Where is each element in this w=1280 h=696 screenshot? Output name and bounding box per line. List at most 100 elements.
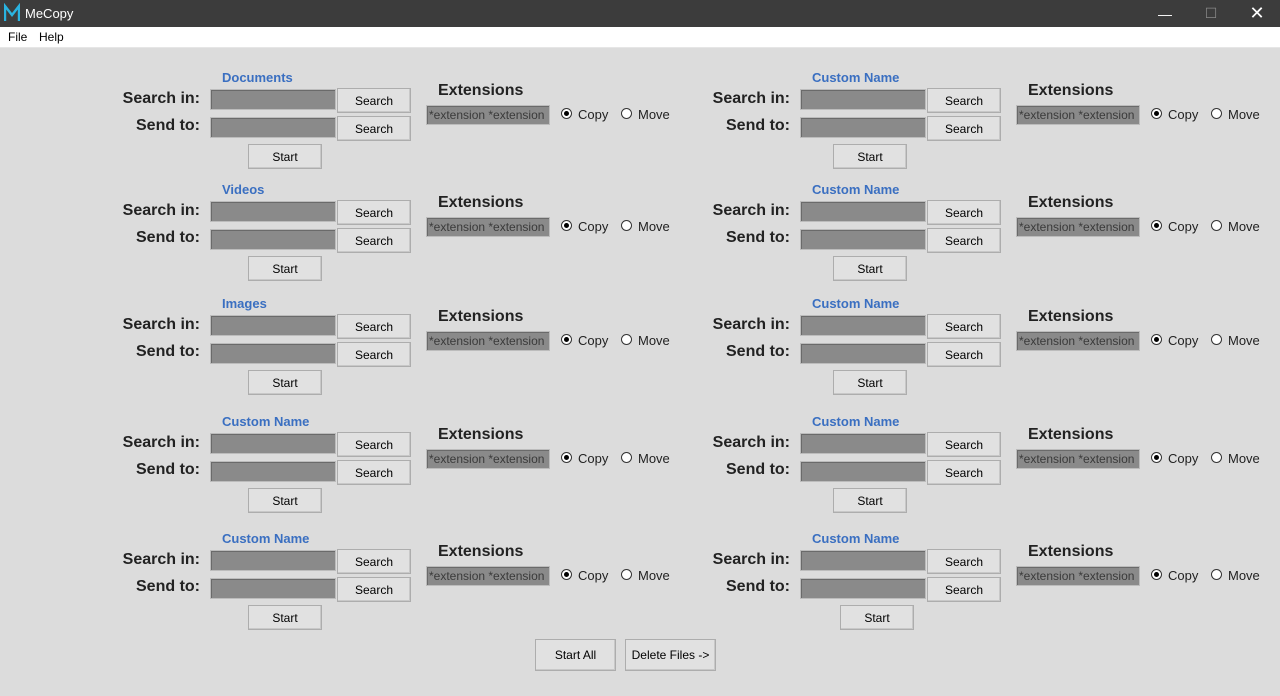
extensions-input[interactable]: *extension *extension xyxy=(426,566,550,586)
move-radio[interactable] xyxy=(621,108,632,119)
extensions-title: Extensions xyxy=(438,308,524,325)
send-to-input[interactable] xyxy=(210,229,336,250)
start-button[interactable]: Start xyxy=(248,256,322,281)
search-in-input[interactable] xyxy=(800,550,926,571)
move-radio[interactable] xyxy=(1211,569,1222,580)
search-in-input[interactable] xyxy=(210,550,336,571)
send-to-browse-button[interactable]: Search xyxy=(927,116,1001,141)
menu-help[interactable]: Help xyxy=(39,30,64,44)
send-to-input[interactable] xyxy=(800,117,926,138)
send-to-label: Send to: xyxy=(136,229,200,246)
copy-radio[interactable] xyxy=(1151,569,1162,580)
search-in-browse-button[interactable]: Search xyxy=(337,314,411,339)
block-heading: Custom Name xyxy=(812,70,900,85)
search-in-browse-button[interactable]: Search xyxy=(337,549,411,574)
move-radio[interactable] xyxy=(1211,334,1222,345)
search-in-input[interactable] xyxy=(800,201,926,222)
copy-radio[interactable] xyxy=(1151,108,1162,119)
move-label: Move xyxy=(638,107,670,122)
copy-radio[interactable] xyxy=(561,108,572,119)
copy-radio[interactable] xyxy=(1151,220,1162,231)
send-to-browse-button[interactable]: Search xyxy=(927,577,1001,602)
send-to-browse-button[interactable]: Search xyxy=(337,460,411,485)
move-radio[interactable] xyxy=(1211,108,1222,119)
start-button[interactable]: Start xyxy=(248,144,322,169)
search-in-input[interactable] xyxy=(210,433,336,454)
search-in-browse-button[interactable]: Search xyxy=(927,314,1001,339)
search-in-browse-button[interactable]: Search xyxy=(337,432,411,457)
delete-files-button[interactable]: Delete Files -> xyxy=(625,639,716,671)
search-in-input[interactable] xyxy=(210,201,336,222)
send-to-label: Send to: xyxy=(726,229,790,246)
search-in-input[interactable] xyxy=(800,315,926,336)
copy-radio[interactable] xyxy=(561,334,572,345)
send-to-input[interactable] xyxy=(800,343,926,364)
send-to-input[interactable] xyxy=(800,229,926,250)
send-to-input[interactable] xyxy=(210,343,336,364)
extensions-input[interactable]: *extension *extension xyxy=(1016,449,1140,469)
minimize-button[interactable]: — xyxy=(1142,0,1188,27)
copy-radio[interactable] xyxy=(561,452,572,463)
move-radio[interactable] xyxy=(621,220,632,231)
start-button[interactable]: Start xyxy=(833,370,907,395)
move-radio[interactable] xyxy=(621,334,632,345)
start-button[interactable]: Start xyxy=(840,605,914,630)
copy-label: Copy xyxy=(578,333,609,348)
send-to-browse-button[interactable]: Search xyxy=(927,460,1001,485)
move-label: Move xyxy=(1228,451,1260,466)
send-to-input[interactable] xyxy=(210,117,336,138)
start-button[interactable]: Start xyxy=(248,605,322,630)
extensions-input[interactable]: *extension *extension xyxy=(426,331,550,351)
search-in-input[interactable] xyxy=(800,89,926,110)
send-to-browse-button[interactable]: Search xyxy=(927,342,1001,367)
start-button[interactable]: Start xyxy=(833,144,907,169)
send-to-browse-button[interactable]: Search xyxy=(337,342,411,367)
send-to-input[interactable] xyxy=(210,578,336,599)
start-button[interactable]: Start xyxy=(248,370,322,395)
move-radio[interactable] xyxy=(1211,220,1222,231)
extensions-input[interactable]: *extension *extension xyxy=(1016,331,1140,351)
copy-radio[interactable] xyxy=(561,220,572,231)
extensions-input[interactable]: *extension *extension xyxy=(426,105,550,125)
send-to-label: Send to: xyxy=(136,343,200,360)
extensions-input[interactable]: *extension *extension xyxy=(1016,217,1140,237)
extensions-input[interactable]: *extension *extension xyxy=(426,449,550,469)
search-in-browse-button[interactable]: Search xyxy=(927,88,1001,113)
copy-radio[interactable] xyxy=(1151,452,1162,463)
search-in-browse-button[interactable]: Search xyxy=(927,432,1001,457)
move-radio[interactable] xyxy=(621,569,632,580)
extensions-input[interactable]: *extension *extension xyxy=(1016,105,1140,125)
send-to-input[interactable] xyxy=(800,461,926,482)
extensions-input[interactable]: *extension *extension xyxy=(426,217,550,237)
copy-label: Copy xyxy=(578,107,609,122)
search-in-input[interactable] xyxy=(800,433,926,454)
search-in-browse-button[interactable]: Search xyxy=(337,88,411,113)
maximize-button[interactable]: ☐ xyxy=(1188,0,1234,27)
search-in-input[interactable] xyxy=(210,315,336,336)
start-all-button[interactable]: Start All xyxy=(535,639,616,671)
start-button[interactable]: Start xyxy=(248,488,322,513)
send-to-browse-button[interactable]: Search xyxy=(337,116,411,141)
extensions-input[interactable]: *extension *extension xyxy=(1016,566,1140,586)
close-button[interactable]: ✕ xyxy=(1234,0,1280,27)
search-in-browse-button[interactable]: Search xyxy=(927,549,1001,574)
send-to-input[interactable] xyxy=(800,578,926,599)
search-in-input[interactable] xyxy=(210,89,336,110)
block-heading: Custom Name xyxy=(812,414,900,429)
copy-radio[interactable] xyxy=(561,569,572,580)
move-label: Move xyxy=(638,451,670,466)
send-to-browse-button[interactable]: Search xyxy=(927,228,1001,253)
send-to-browse-button[interactable]: Search xyxy=(337,577,411,602)
move-label: Move xyxy=(1228,219,1260,234)
send-to-browse-button[interactable]: Search xyxy=(337,228,411,253)
copy-radio[interactable] xyxy=(1151,334,1162,345)
move-radio[interactable] xyxy=(1211,452,1222,463)
block-heading: Images xyxy=(222,296,267,311)
send-to-input[interactable] xyxy=(210,461,336,482)
start-button[interactable]: Start xyxy=(833,488,907,513)
search-in-browse-button[interactable]: Search xyxy=(927,200,1001,225)
search-in-browse-button[interactable]: Search xyxy=(337,200,411,225)
start-button[interactable]: Start xyxy=(833,256,907,281)
move-radio[interactable] xyxy=(621,452,632,463)
menu-file[interactable]: File xyxy=(8,30,27,44)
